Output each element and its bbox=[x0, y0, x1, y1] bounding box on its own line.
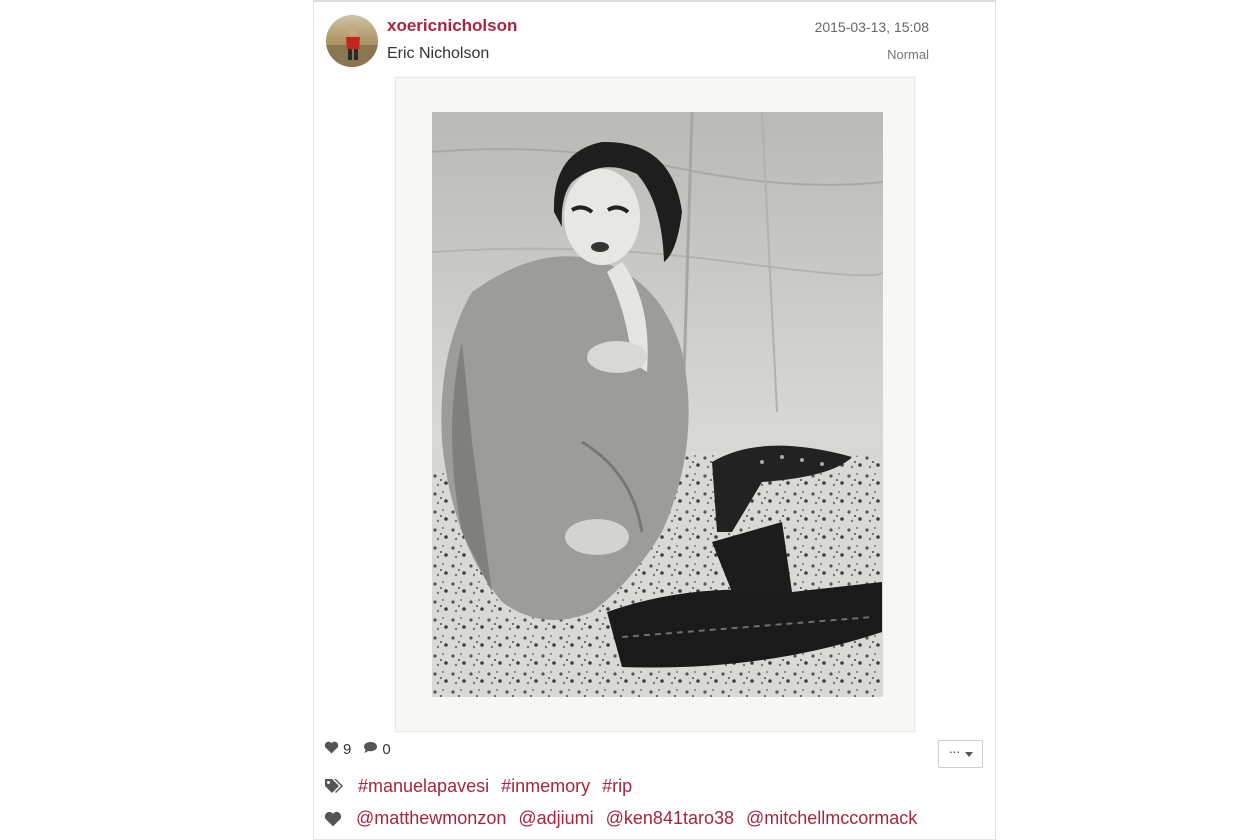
filter-name: Normal bbox=[887, 47, 929, 62]
full-name: Eric Nicholson bbox=[387, 45, 490, 62]
comments-stat[interactable]: 0 bbox=[363, 741, 391, 758]
tags-icon bbox=[324, 778, 344, 795]
speech-bubble-icon bbox=[363, 741, 378, 758]
heart-icon bbox=[324, 741, 339, 758]
post-timestamp: 2015-03-13, 15:08 bbox=[814, 19, 929, 35]
user-mention-link[interactable]: @ken841taro38 bbox=[606, 808, 734, 829]
more-options-button[interactable]: ··· bbox=[938, 740, 983, 768]
post-stats: 9 0 bbox=[324, 741, 391, 758]
chevron-down-icon bbox=[964, 751, 973, 757]
top-divider bbox=[314, 0, 995, 2]
user-mention-link[interactable]: @mitchellmccormack bbox=[746, 808, 917, 829]
avatar[interactable] bbox=[326, 15, 378, 67]
username-link[interactable]: xoericnicholson bbox=[387, 16, 517, 36]
heart-icon bbox=[324, 811, 342, 827]
likes-count: 9 bbox=[343, 741, 352, 758]
post-photo[interactable] bbox=[432, 112, 883, 697]
tagged-users-row: @matthewmonzon @adjiumi @ken841taro38 @m… bbox=[324, 808, 917, 829]
ellipsis-icon: ··· bbox=[948, 743, 961, 759]
post-card: xoericnicholson Eric Nicholson 2015-03-1… bbox=[313, 0, 996, 840]
hashtag-link[interactable]: #rip bbox=[602, 776, 632, 797]
likes-stat[interactable]: 9 bbox=[324, 741, 351, 758]
user-mention-link[interactable]: @adjiumi bbox=[518, 808, 593, 829]
comments-count: 0 bbox=[382, 741, 391, 758]
polaroid-frame bbox=[395, 77, 915, 732]
hashtag-link[interactable]: #inmemory bbox=[501, 776, 590, 797]
hashtags-row: #manuelapavesi #inmemory #rip bbox=[324, 776, 632, 797]
hashtag-link[interactable]: #manuelapavesi bbox=[358, 776, 489, 797]
user-mention-link[interactable]: @matthewmonzon bbox=[356, 808, 506, 829]
